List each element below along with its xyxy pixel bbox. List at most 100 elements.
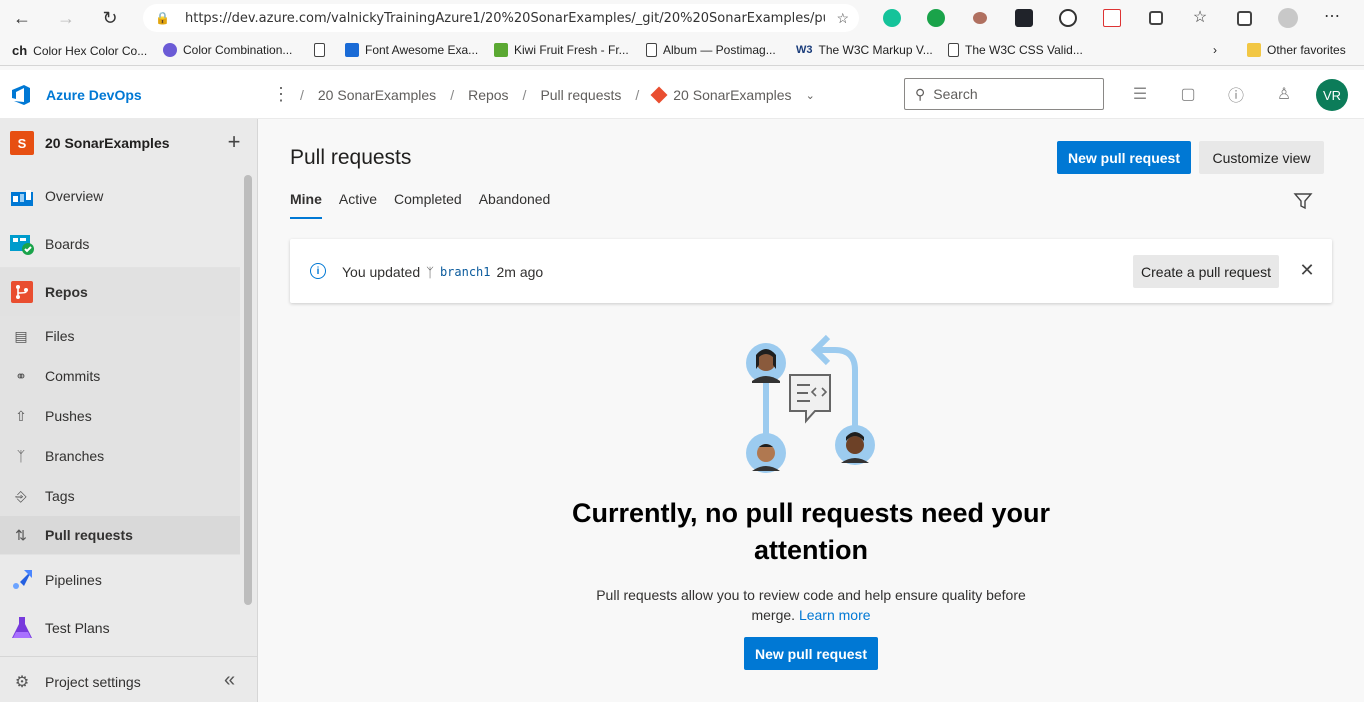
chevron-right-icon[interactable]: › bbox=[1213, 43, 1217, 57]
sidebar-item-test-plans[interactable]: Test Plans bbox=[0, 604, 240, 652]
bookmark-label: Color Combination... bbox=[183, 43, 293, 57]
grammarly-icon[interactable] bbox=[870, 6, 914, 30]
sync-extension-icon[interactable] bbox=[1046, 6, 1090, 30]
search-input[interactable]: ⚲ Search bbox=[904, 78, 1104, 110]
tab-active[interactable]: Active bbox=[339, 191, 377, 219]
app-title[interactable]: Azure DevOps bbox=[46, 87, 142, 103]
main-content: Pull requests New pull request Customize… bbox=[258, 119, 1364, 702]
react-devtools-icon[interactable] bbox=[1002, 6, 1046, 30]
avatar[interactable]: VR bbox=[1316, 79, 1348, 111]
tab-completed[interactable]: Completed bbox=[394, 191, 462, 219]
sidebar-item-branches[interactable]: ᛉ Branches bbox=[0, 436, 240, 476]
check-extension-icon[interactable] bbox=[914, 6, 958, 30]
help-icon[interactable]: ⓘ bbox=[1226, 84, 1246, 105]
sidebar-item-pipelines[interactable]: Pipelines bbox=[0, 556, 240, 604]
sidebar-item-pull-requests[interactable]: ⇅ Pull requests bbox=[0, 516, 240, 554]
project-settings-label: Project settings bbox=[45, 674, 141, 690]
close-icon[interactable]: ✕ bbox=[1298, 260, 1316, 280]
sidebar-item-repos[interactable]: Repos bbox=[0, 268, 240, 316]
project-header[interactable]: S 20 SonarExamples + bbox=[0, 119, 257, 167]
learn-more-link[interactable]: Learn more bbox=[799, 607, 871, 623]
page-icon bbox=[646, 43, 657, 57]
bookmark-w3c-css[interactable]: The W3C CSS Valid... bbox=[948, 43, 1083, 57]
sidebar-scrollbar[interactable] bbox=[244, 175, 252, 605]
sidebar-item-boards[interactable]: Boards bbox=[0, 220, 240, 268]
sidebar-item-label: Boards bbox=[45, 236, 90, 252]
breadcrumb-pull-requests[interactable]: Pull requests bbox=[540, 87, 621, 103]
bookmark-label: Album — Postimag... bbox=[663, 43, 776, 57]
tab-mine[interactable]: Mine bbox=[290, 191, 322, 219]
customize-view-button[interactable]: Customize view bbox=[1199, 141, 1324, 174]
banner-message: You updated ᛉ branch1 2m ago bbox=[342, 264, 543, 280]
banner-prefix: You updated bbox=[342, 264, 421, 280]
git-repo-icon bbox=[650, 86, 668, 104]
create-pull-request-button[interactable]: Create a pull request bbox=[1133, 255, 1279, 288]
search-placeholder: Search bbox=[933, 86, 978, 102]
repo-selector[interactable]: 20 SonarExamples ⌄ bbox=[650, 86, 815, 104]
puzzle-extensions-icon[interactable] bbox=[1134, 6, 1178, 30]
bookmark-kiwi[interactable]: Kiwi Fruit Fresh - Fr... bbox=[494, 43, 629, 57]
color-combination-icon bbox=[163, 43, 177, 57]
project-settings-button[interactable]: ⚙ Project settings « bbox=[0, 667, 257, 697]
add-icon[interactable]: + bbox=[222, 129, 246, 155]
bookmark-w3c-markup[interactable]: W3 The W3C Markup V... bbox=[796, 43, 933, 57]
marketplace-bag-icon[interactable]: ▢ bbox=[1178, 84, 1198, 104]
tab-abandoned[interactable]: Abandoned bbox=[479, 191, 551, 219]
sidebar-item-commits[interactable]: ⚭ Commits bbox=[0, 356, 240, 396]
favorites-icon[interactable]: ☆ bbox=[1178, 6, 1222, 30]
task-list-icon[interactable]: ☰ bbox=[1130, 84, 1150, 104]
empty-new-pull-request-button[interactable]: New pull request bbox=[744, 637, 878, 670]
azure-devops-logo-icon[interactable] bbox=[10, 84, 34, 106]
project-name: 20 SonarExamples bbox=[45, 135, 170, 151]
refresh-icon[interactable]: ↻ bbox=[88, 0, 132, 36]
folder-icon bbox=[1247, 43, 1261, 57]
sidebar-item-label: Test Plans bbox=[45, 620, 110, 636]
branch-icon: ᛉ bbox=[16, 448, 26, 464]
new-pull-request-button[interactable]: New pull request bbox=[1057, 141, 1191, 174]
breadcrumb-separator: / bbox=[300, 87, 304, 103]
commit-icon: ⚭ bbox=[15, 367, 27, 384]
sidebar-item-label: Commits bbox=[45, 368, 101, 384]
sidebar-item-files[interactable]: ▤ Files bbox=[0, 316, 240, 356]
sidebar-item-pushes[interactable]: ⇧ Pushes bbox=[0, 396, 240, 436]
bookmark-other-favorites[interactable]: Other favorites bbox=[1247, 43, 1346, 57]
collapse-sidebar-icon[interactable]: « bbox=[224, 669, 235, 692]
sidebar-item-label: Branches bbox=[45, 448, 105, 464]
w3c-icon: W3 bbox=[796, 44, 813, 56]
pr-tabs: Mine Active Completed Abandoned bbox=[290, 191, 550, 219]
branch-link[interactable]: branch1 bbox=[440, 265, 491, 279]
more-dots-icon[interactable]: ⋮ bbox=[272, 84, 290, 105]
bookmark-label: Kiwi Fruit Fresh - Fr... bbox=[514, 43, 629, 57]
address-bar[interactable]: 🔒 https://dev.azure.com/valnickyTraining… bbox=[143, 4, 859, 32]
more-menu-icon[interactable]: ⋯ bbox=[1310, 6, 1354, 30]
bookmark-color-hex[interactable]: ch Color Hex Color Co... bbox=[12, 43, 147, 58]
extension-icon[interactable] bbox=[958, 6, 1002, 30]
files-icon: ▤ bbox=[14, 327, 28, 344]
ado-header: Azure DevOps ⋮ / 20 SonarExamples / Repo… bbox=[0, 70, 1364, 119]
filter-icon[interactable] bbox=[1293, 191, 1313, 211]
ruler-extension-icon[interactable] bbox=[1090, 6, 1134, 30]
info-icon: i bbox=[310, 263, 326, 279]
bookmark-blank[interactable] bbox=[314, 43, 325, 57]
sidebar-item-tags[interactable]: ⎆ Tags bbox=[0, 476, 240, 516]
branch-update-banner: i You updated ᛉ branch1 2m ago Create a … bbox=[290, 239, 1332, 303]
bookmark-color-combination[interactable]: Color Combination... bbox=[163, 43, 292, 57]
sidebar-divider bbox=[0, 656, 257, 657]
collections-icon[interactable] bbox=[1222, 6, 1266, 30]
user-settings-icon[interactable]: ♙ bbox=[1274, 84, 1294, 104]
bookmark-album[interactable]: Album — Postimag... bbox=[646, 43, 776, 57]
bookmark-prefix: ch bbox=[12, 43, 28, 58]
forward-icon[interactable]: → bbox=[44, 0, 88, 36]
bookmark-font-awesome[interactable]: Font Awesome Exa... bbox=[345, 43, 478, 57]
breadcrumb-project[interactable]: 20 SonarExamples bbox=[318, 87, 436, 103]
back-icon[interactable]: ← bbox=[0, 0, 44, 36]
sidebar-item-label: Pipelines bbox=[45, 572, 102, 588]
sidebar-item-overview[interactable]: Overview bbox=[0, 172, 240, 220]
boards-icon bbox=[10, 232, 34, 256]
add-favorite-icon[interactable]: ☆ bbox=[836, 10, 849, 27]
push-icon: ⇧ bbox=[15, 407, 27, 424]
breadcrumb-repos[interactable]: Repos bbox=[468, 87, 508, 103]
search-icon: ⚲ bbox=[915, 85, 926, 102]
empty-state-description: Pull requests allow you to review code a… bbox=[588, 585, 1034, 625]
profile-icon[interactable] bbox=[1266, 6, 1310, 30]
